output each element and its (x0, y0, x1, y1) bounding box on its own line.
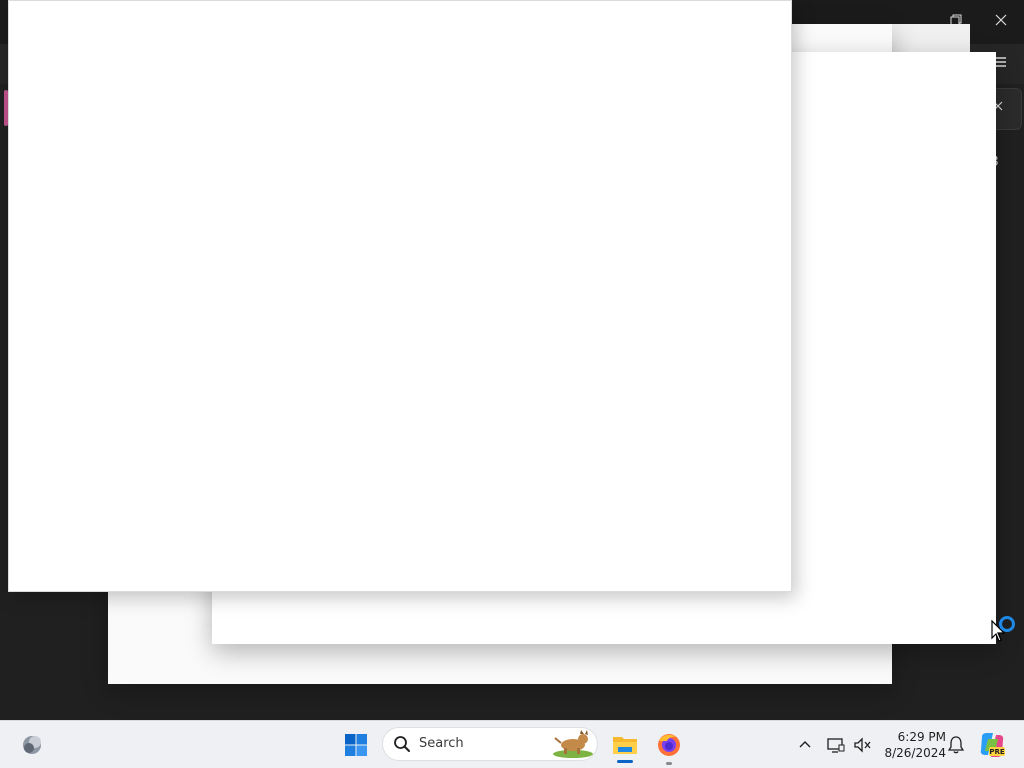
taskbar-search-box[interactable]: Search (382, 727, 598, 761)
search-highlight-illustration-icon (549, 729, 595, 759)
active-app-indicator (617, 760, 633, 763)
clock-date: 8/26/2024 (884, 746, 946, 760)
clock-time: 6:29 PM (897, 730, 946, 744)
start-icon[interactable] (340, 729, 372, 761)
search-placeholder: Search (419, 736, 464, 751)
popup-pane-front (8, 0, 792, 592)
chevron-up-icon[interactable] (796, 735, 814, 753)
network-icon[interactable] (826, 735, 846, 755)
search-icon (393, 735, 411, 753)
file-explorer-icon[interactable] (608, 727, 642, 763)
firefox-icon[interactable] (652, 727, 686, 763)
copilot-icon[interactable]: PRE (978, 731, 1006, 759)
copilot-badge: PRE (989, 748, 1005, 756)
notification-bell-icon[interactable] (946, 735, 966, 755)
busy-spinner-icon (999, 616, 1015, 632)
taskbar: Search 6:29 PM 8/26/2024 PRE (0, 720, 1024, 768)
close-icon[interactable] (991, 12, 1011, 32)
system-clock[interactable]: 6:29 PM 8/26/2024 (880, 729, 946, 761)
widgets-icon[interactable] (16, 729, 48, 761)
running-app-indicator (666, 762, 672, 765)
volume-muted-icon[interactable] (852, 735, 872, 755)
